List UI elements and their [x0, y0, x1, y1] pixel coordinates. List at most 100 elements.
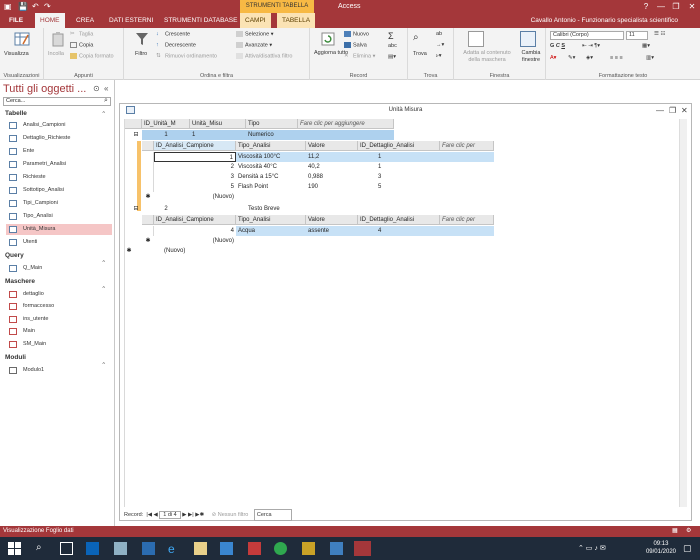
prev-record-button[interactable]: ◀	[154, 512, 158, 518]
column-header[interactable]: Unità_Misu	[190, 119, 246, 129]
sub-column-header[interactable]: Valore	[306, 141, 358, 151]
alt-row-color-button[interactable]: ▥▾	[646, 55, 654, 61]
sub-select-all[interactable]	[142, 141, 154, 151]
font-size-select[interactable]: 11	[626, 31, 648, 40]
design-view-status-icon[interactable]: ⚙	[686, 526, 691, 537]
unita-id-cell[interactable]: 2	[142, 204, 190, 214]
select-icon[interactable]: ▹▾	[436, 53, 442, 59]
goto-icon[interactable]: →▾	[436, 42, 444, 48]
first-record-button[interactable]: |◀	[145, 512, 152, 518]
empty-cell[interactable]	[440, 182, 494, 192]
collapse-row-icon[interactable]: ⊟	[130, 204, 142, 214]
find-button[interactable]: Trova	[413, 51, 427, 57]
new-record-cell[interactable]: (Nuovo)	[154, 236, 236, 246]
doc-close-button[interactable]: ✕	[681, 104, 688, 117]
outlook-icon[interactable]	[86, 542, 99, 555]
copy-button[interactable]: Copia	[70, 42, 93, 48]
advanced-button[interactable]: Avanzate ▾	[236, 42, 272, 48]
last-record-button[interactable]: ▶|	[188, 512, 194, 518]
nav-item[interactable]: Tipo_Analisi	[6, 211, 112, 222]
system-tray-icons[interactable]: ⌃ ▭ ♪ ✉	[578, 544, 606, 552]
sub-select-all[interactable]	[142, 215, 154, 225]
tab-campi[interactable]: CAMPI	[240, 13, 271, 28]
toggle-filter-button[interactable]: Attiva/disattiva filtro	[236, 53, 292, 59]
dettaglio-id-cell[interactable]: 5	[358, 182, 440, 192]
column-header[interactable]: Fare clic per aggiungere	[298, 119, 394, 129]
nav-item[interactable]: Dettaglio_Richieste	[6, 133, 112, 144]
edge-icon[interactable]: e	[168, 542, 181, 556]
spelling-icon[interactable]: abc	[388, 43, 397, 49]
record-search-input[interactable]: Cerca	[253, 509, 292, 521]
dettaglio-id-cell[interactable]: 3	[358, 172, 440, 182]
fill-color-button[interactable]: ◈▾	[586, 55, 593, 61]
analisi-id-cell[interactable]: 3	[154, 172, 236, 182]
new-record-nav-button[interactable]: ▶✱	[195, 512, 204, 518]
nav-item[interactable]: formaccesso	[6, 301, 112, 312]
tipo-cell[interactable]: Numerico	[246, 130, 298, 140]
column-header[interactable]: Tipo	[246, 119, 298, 129]
sub-column-header[interactable]: Valore	[306, 215, 358, 225]
chrome-icon[interactable]	[274, 542, 287, 555]
nav-item[interactable]: Parametri_Analisi	[6, 159, 112, 170]
nav-item[interactable]: Q_Main	[6, 263, 112, 274]
app-icon-3[interactable]	[220, 542, 233, 555]
visualizza-button[interactable]: Visualizza	[4, 51, 29, 57]
empty-cell[interactable]	[440, 152, 494, 162]
size-to-fit-button[interactable]: Adatta al contenuto della maschera	[457, 50, 517, 64]
sub-column-header[interactable]: ID_Analisi_Campione	[154, 215, 236, 225]
nav-section-tabelle[interactable]: Tabelle ⌃	[5, 110, 106, 118]
font-color-button[interactable]: A▾	[550, 55, 556, 61]
unita-misura-cell[interactable]: 1	[190, 130, 246, 140]
align-icons[interactable]: ≡ ≡ ≡	[610, 55, 623, 61]
file-explorer-icon[interactable]	[194, 542, 207, 555]
undo-icon[interactable]: ↶	[32, 2, 39, 11]
doc-minimize-button[interactable]: —	[656, 104, 664, 117]
nav-item[interactable]: SM_Main	[6, 339, 112, 350]
tipo-analisi-cell[interactable]: Densità a 15°C	[236, 172, 306, 182]
save-icon[interactable]: 💾	[18, 2, 28, 11]
clock[interactable]: 09:13 09/01/2020	[646, 540, 676, 556]
valore-cell[interactable]: 190	[306, 182, 358, 192]
sub-row-selector[interactable]	[142, 172, 154, 182]
sub-column-header[interactable]: ID_Dettaglio_Analisi	[358, 215, 440, 225]
sub-row-selector[interactable]	[142, 226, 154, 236]
new-record-button[interactable]: Nuovo	[344, 31, 369, 37]
tipo-analisi-cell[interactable]: Flash Point	[236, 182, 306, 192]
access-taskbar-icon[interactable]	[354, 541, 371, 556]
doc-restore-button[interactable]: ❐	[669, 104, 676, 117]
unita-id-cell[interactable]: 1	[142, 130, 190, 140]
datasheet-view-status-icon[interactable]: ▦	[672, 526, 678, 537]
nav-pane-title[interactable]: Tutti gli oggetti ...	[3, 83, 86, 95]
analisi-id-cell[interactable]: 5	[154, 182, 236, 192]
list-icons[interactable]: ☰ ☷	[654, 31, 665, 37]
sub-row-selector[interactable]	[142, 152, 154, 162]
app-icon-6[interactable]	[330, 542, 343, 555]
tipo-analisi-cell[interactable]: Viscosità 40°C	[236, 162, 306, 172]
app-icon-5[interactable]	[302, 542, 315, 555]
nav-item[interactable]: Unità_Misura	[6, 224, 112, 235]
nav-item[interactable]: Sottotipo_Analisi	[6, 185, 112, 196]
collapse-row-icon[interactable]: ⊟	[130, 130, 142, 140]
tipo-analisi-cell[interactable]: Viscosità 100°C	[236, 152, 306, 162]
nav-item[interactable]: Main	[6, 326, 112, 337]
nav-item[interactable]: Tipi_Campioni	[6, 198, 112, 209]
switch-windows-button[interactable]: Cambia finestre	[517, 50, 545, 64]
record-position-field[interactable]: 1 di 4	[159, 511, 181, 519]
filter-status[interactable]: ⊘ Nessun filtro	[212, 512, 249, 518]
empty-cell[interactable]	[440, 172, 494, 182]
selection-button[interactable]: Selezione ▾	[236, 31, 273, 37]
dettaglio-id-cell[interactable]: 1	[358, 162, 440, 172]
tab-crea[interactable]: CREA	[71, 13, 99, 28]
gridlines-icon[interactable]: ▦▾	[642, 43, 650, 49]
help-button[interactable]: ?	[638, 0, 654, 13]
nav-item[interactable]: dettaglio	[6, 289, 112, 300]
filter-button[interactable]: Filtro	[135, 51, 147, 57]
sub-column-header[interactable]: Fare clic per	[440, 141, 494, 151]
cut-button[interactable]: ✂ Taglia	[70, 31, 93, 37]
sub-column-header[interactable]: Tipo_Analisi	[236, 215, 306, 225]
nav-item[interactable]: Modulo1	[6, 365, 112, 376]
analisi-id-cell[interactable]: 2	[154, 162, 236, 172]
nav-search-input[interactable]: Cerca...	[3, 97, 111, 106]
windows-start-icon[interactable]	[8, 542, 21, 555]
empty-cell[interactable]	[440, 226, 494, 236]
